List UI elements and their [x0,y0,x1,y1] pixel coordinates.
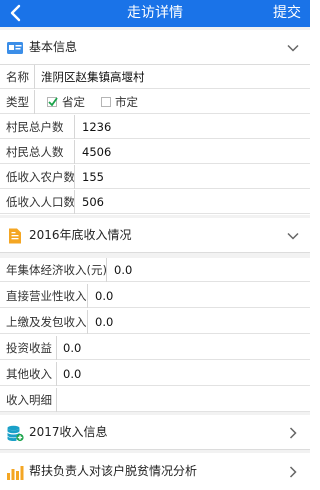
divider [87,310,88,334]
divider [56,388,57,412]
type-option-label[interactable]: 省定 [62,90,85,114]
page-title: 走访详情 [127,5,183,21]
contracting-income-value[interactable]: 0.0 [95,310,113,334]
divider [106,258,107,282]
field-households-row: 村民总户数 1236 [0,115,310,139]
field-operating-income-row: 直接营业性收入 0.0 [0,284,310,308]
chevron-down-icon[interactable] [286,41,300,55]
divider [56,336,57,360]
chevron-right-icon[interactable] [286,426,300,440]
field-label: 类型 [6,95,29,109]
field-label: 年集体经济收入(元) [6,263,107,277]
divider [34,65,35,89]
field-low-income-population-row: 低收入人口数 506 [0,190,310,214]
document-icon [9,228,21,244]
field-income-detail-row: 收入明细 [0,388,310,412]
section-title: 2017收入信息 [29,425,108,439]
type-city-checkbox[interactable] [101,97,111,107]
divider [74,165,75,189]
field-label: 其他收入 [6,367,52,381]
check-icon [48,97,58,107]
navbar: 走访详情 提交 [0,0,310,27]
divider [74,115,75,139]
section-title: 2016年底收入情况 [29,228,132,242]
collective-income-value[interactable]: 0.0 [114,258,132,282]
section-title: 基本信息 [29,40,78,54]
divider [74,190,75,214]
field-label: 上缴及发包收入 [6,315,87,329]
field-contracting-income-row: 上缴及发包收入 0.0 [0,310,310,334]
bar-chart-icon [7,466,24,480]
divider [34,90,35,114]
section-income-2017[interactable]: 2017收入信息 [0,415,310,450]
field-label: 投资收益 [6,341,52,355]
section-title: 帮扶负责人对该户脱贫情况分析 [29,464,198,478]
field-label: 村民总户数 [6,120,64,134]
field-collective-income-row: 年集体经济收入(元) 0.0 [0,258,310,282]
type-option-label[interactable]: 市定 [115,90,138,114]
field-low-income-households-row: 低收入农户数 155 [0,165,310,189]
section-income-2016[interactable]: 2016年底收入情况 [0,218,310,253]
type-province-checkbox[interactable] [47,97,58,107]
divider [56,362,57,386]
village-name-value[interactable]: 淮阴区赵集镇高堰村 [41,65,145,89]
field-label: 低收入农户数 [6,170,75,184]
low-income-population-value[interactable]: 506 [82,190,104,214]
operating-income-value[interactable]: 0.0 [95,284,113,308]
investment-income-value[interactable]: 0.0 [63,336,81,360]
low-income-households-value[interactable]: 155 [82,165,104,189]
submit-button[interactable]: 提交 [273,0,301,27]
chevron-right-icon[interactable] [286,465,300,479]
database-plus-icon [7,425,24,442]
chevron-down-icon[interactable] [286,229,300,243]
field-other-income-row: 其他收入 0.0 [0,362,310,386]
population-value[interactable]: 4506 [82,140,111,164]
other-income-value[interactable]: 0.0 [63,362,81,386]
field-label: 收入明细 [6,393,52,407]
field-type-row: 类型 省定 市定 [0,90,310,114]
field-label: 直接营业性收入 [6,289,87,303]
divider [74,140,75,164]
field-label: 村民总人数 [6,145,64,159]
id-card-icon [7,42,23,54]
field-label: 低收入人口数 [6,195,75,209]
section-poverty-analysis[interactable]: 帮扶负责人对该户脱贫情况分析 [0,453,310,490]
field-label: 名称 [6,70,29,84]
field-name-row: 名称 淮阴区赵集镇高堰村 [0,65,310,89]
section-basic-info[interactable]: 基本信息 [0,30,310,65]
field-investment-income-row: 投资收益 0.0 [0,336,310,360]
field-population-row: 村民总人数 4506 [0,140,310,164]
households-value[interactable]: 1236 [82,115,111,139]
divider [87,284,88,308]
